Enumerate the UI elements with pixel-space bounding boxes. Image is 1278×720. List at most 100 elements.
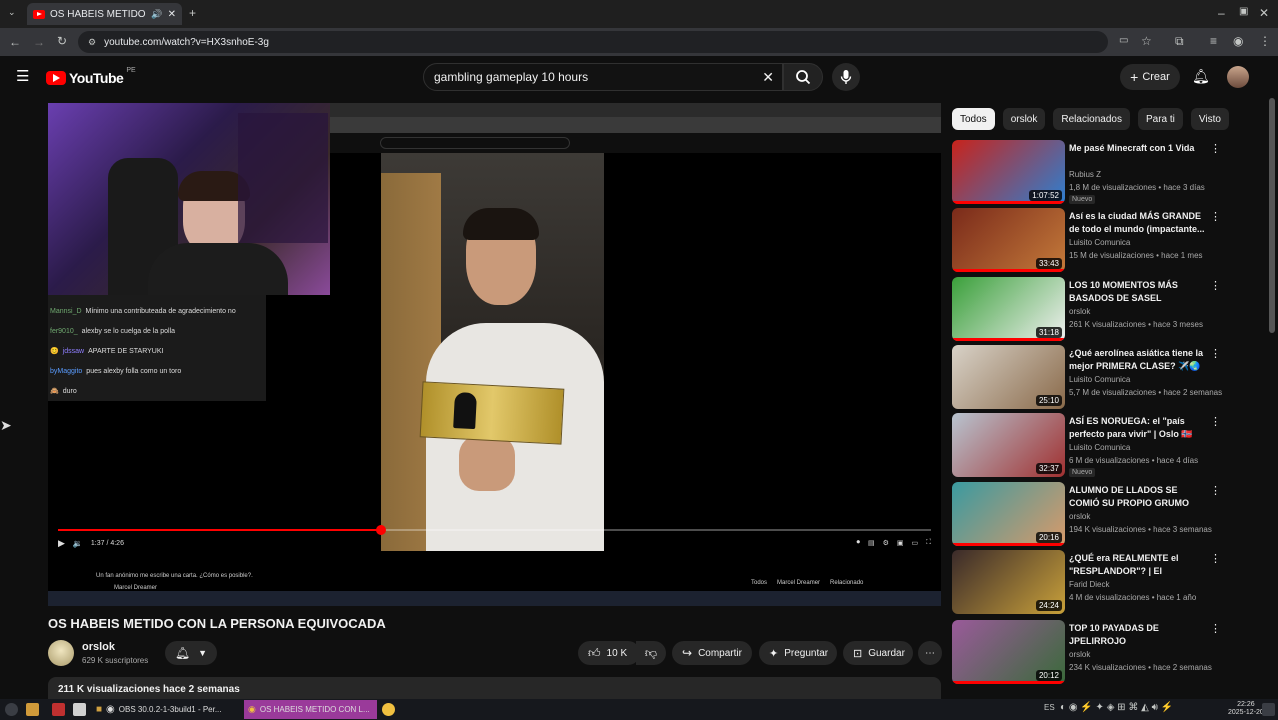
recommendation-title[interactable]: ¿Qué aerolínea asiática tiene la mejor P… bbox=[1069, 347, 1209, 373]
video-player[interactable]: Mannsi_D Mínimo una contributeada de agra… bbox=[48, 103, 941, 606]
user-avatar[interactable] bbox=[1227, 66, 1249, 88]
like-button[interactable]: 👍︎ 10 K bbox=[578, 641, 640, 665]
more-options-icon[interactable]: ⋮ bbox=[1210, 210, 1221, 223]
recommendation-thumbnail[interactable]: 24:24 bbox=[952, 550, 1065, 614]
cast-icon[interactable]: ▭ bbox=[1119, 36, 1128, 46]
chip-orslok[interactable]: orslok bbox=[1002, 108, 1046, 130]
channel-avatar[interactable] bbox=[48, 640, 74, 666]
taskbar-obs[interactable]: ■ ◉ OBS 30.0.2-1-3build1 - Per... bbox=[92, 700, 242, 719]
recommendation-thumbnail[interactable]: 31:18 bbox=[952, 277, 1065, 341]
more-options-icon[interactable]: ⋮ bbox=[1210, 484, 1221, 497]
progress-scrubber[interactable] bbox=[376, 525, 386, 535]
address-bar[interactable]: ⚙ youtube.com/watch?v=HX3snhoE-3g bbox=[78, 31, 1108, 53]
recommendation-item[interactable]: 31:18 LOS 10 MOMENTOS MÁS BASADOS DE SASE… bbox=[952, 277, 1222, 341]
bookmark-star-icon[interactable]: ☆ bbox=[1141, 35, 1152, 47]
page-scrollbar[interactable] bbox=[1269, 98, 1275, 333]
forward-icon[interactable]: → bbox=[33, 36, 45, 48]
recommendation-channel[interactable]: orslok bbox=[1069, 650, 1090, 659]
progress-bar[interactable] bbox=[58, 525, 931, 535]
more-actions-button[interactable]: ⋯ bbox=[918, 641, 942, 665]
maximize-icon[interactable]: ▣ bbox=[1239, 7, 1248, 17]
recommendation-channel[interactable]: Luisito Comunica bbox=[1069, 375, 1130, 384]
hamburger-menu-icon[interactable]: ☰ bbox=[16, 69, 29, 84]
more-options-icon[interactable]: ⋮ bbox=[1210, 415, 1221, 428]
more-options-icon[interactable]: ⋮ bbox=[1210, 552, 1221, 565]
language-indicator[interactable]: ES bbox=[1044, 704, 1055, 712]
recommendation-thumbnail[interactable]: 1:07:52 bbox=[952, 140, 1065, 204]
tab-search-icon[interactable]: ⌄ bbox=[8, 8, 16, 17]
youtube-logo[interactable]: YouTube PE bbox=[46, 67, 136, 86]
notifications-bell-icon[interactable]: 🔔︎ bbox=[1192, 69, 1210, 83]
recommendation-item[interactable]: 20:16 ALUMNO DE LLADOS SE COMIÓ SU PROPIO… bbox=[952, 482, 1222, 546]
more-options-icon[interactable]: ⋮ bbox=[1210, 622, 1221, 635]
system-clock[interactable]: 22:26 2025-12-20 bbox=[1228, 701, 1264, 717]
recommendation-title[interactable]: ¿QUÉ era REALMENTE el "RESPLANDOR"? | El… bbox=[1069, 552, 1209, 578]
more-options-icon[interactable]: ⋮ bbox=[1210, 347, 1221, 360]
recommendation-item[interactable]: 32:37 ASÍ ES NORUEGA: el "país perfecto p… bbox=[952, 413, 1222, 477]
search-button[interactable] bbox=[783, 63, 823, 91]
recommendation-thumbnail[interactable]: 32:37 bbox=[952, 413, 1065, 477]
files-icon[interactable] bbox=[26, 703, 39, 716]
taskbar-chrome[interactable]: ◉ OS HABEIS METIDO CON L... bbox=[244, 700, 377, 719]
extensions-icon[interactable]: ⧉ bbox=[1175, 35, 1184, 47]
recommendation-item[interactable]: 1:07:52 Me pasé Minecraft con 1 Vida Rubiu… bbox=[952, 140, 1222, 204]
profile-icon[interactable]: ◉ bbox=[1233, 35, 1243, 47]
ask-button[interactable]: ✦ Preguntar bbox=[759, 641, 837, 665]
share-button[interactable]: ↪ Compartir bbox=[672, 641, 752, 665]
chrome-menu-icon[interactable]: ⋮ bbox=[1259, 35, 1271, 47]
recommendation-channel[interactable]: Luisito Comunica bbox=[1069, 443, 1130, 452]
recommendation-channel[interactable]: Luisito Comunica bbox=[1069, 238, 1130, 247]
back-icon[interactable]: ← bbox=[9, 36, 21, 48]
app-icon[interactable] bbox=[73, 703, 86, 716]
recommendation-title[interactable]: Así es la ciudad MÁS GRANDE de todo el m… bbox=[1069, 210, 1209, 236]
more-options-icon[interactable]: ⋮ bbox=[1210, 279, 1221, 292]
chip-para-ti[interactable]: Para ti bbox=[1137, 108, 1183, 130]
recommendation-channel[interactable]: Farid Dieck bbox=[1069, 580, 1109, 589]
recommendation-item[interactable]: 24:24 ¿QUÉ era REALMENTE el "RESPLANDOR"?… bbox=[952, 550, 1222, 614]
site-info-icon[interactable]: ⚙ bbox=[88, 37, 96, 48]
recommendation-item[interactable]: 25:10 ¿Qué aerolínea asiática tiene la me… bbox=[952, 345, 1222, 409]
chip-visto[interactable]: Visto bbox=[1190, 108, 1229, 130]
reload-icon[interactable]: ↻ bbox=[57, 35, 67, 47]
volume-icon[interactable]: 🔉 bbox=[73, 539, 83, 548]
create-button[interactable]: + Crear bbox=[1120, 64, 1180, 90]
save-button[interactable]: ⊡ Guardar bbox=[843, 641, 913, 665]
minimize-icon[interactable]: – bbox=[1218, 7, 1225, 19]
tab-close-icon[interactable]: ✕ bbox=[168, 9, 176, 20]
more-options-icon[interactable]: ⋮ bbox=[1210, 142, 1221, 155]
recommendation-title[interactable]: TOP 10 PAYADAS DE JPELIRROJO bbox=[1069, 622, 1209, 648]
settings-icon[interactable]: ⚙ bbox=[883, 539, 889, 547]
speaker-icon[interactable]: 🔊 bbox=[151, 9, 162, 20]
recommendation-title[interactable]: ASÍ ES NORUEGA: el "país perfecto para v… bbox=[1069, 415, 1209, 441]
dislike-button[interactable]: 👎︎ bbox=[636, 641, 666, 665]
recommendation-thumbnail[interactable]: 25:10 bbox=[952, 345, 1065, 409]
new-tab-icon[interactable]: + bbox=[189, 7, 196, 19]
theater-mode-icon[interactable]: ▭ bbox=[911, 539, 918, 547]
recommendation-thumbnail[interactable]: 33:43 bbox=[952, 208, 1065, 272]
play-icon[interactable]: ▶ bbox=[58, 538, 65, 549]
chip-relacionados[interactable]: Relacionados bbox=[1053, 108, 1130, 130]
show-desktop-icon[interactable] bbox=[1262, 703, 1275, 716]
autoplay-toggle-icon[interactable]: ⏺ bbox=[856, 539, 860, 547]
recommendation-channel[interactable]: orslok bbox=[1069, 512, 1090, 521]
recommendation-item[interactable]: 20:12 TOP 10 PAYADAS DE JPELIRROJO orslok 2… bbox=[952, 620, 1222, 684]
recommendation-title[interactable]: Me pasé Minecraft con 1 Vida bbox=[1069, 142, 1209, 155]
recommendation-title[interactable]: LOS 10 MOMENTOS MÁS BASADOS DE SASEL bbox=[1069, 279, 1209, 305]
subtitles-icon[interactable]: ▤ bbox=[868, 539, 875, 547]
recommendation-item[interactable]: 33:43 Así es la ciudad MÁS GRANDE de todo… bbox=[952, 208, 1222, 272]
clear-search-icon[interactable]: ✕ bbox=[762, 69, 774, 86]
channel-name[interactable]: orslok bbox=[82, 641, 115, 653]
media-icon[interactable]: ≡ bbox=[1210, 35, 1217, 47]
voice-search-button[interactable] bbox=[832, 63, 860, 91]
start-menu-icon[interactable] bbox=[5, 703, 18, 716]
recommendation-channel[interactable]: orslok bbox=[1069, 307, 1090, 316]
search-input[interactable]: gambling gameplay 10 hours ✕ bbox=[423, 63, 783, 91]
recommendation-thumbnail[interactable]: 20:16 bbox=[952, 482, 1065, 546]
chrome-icon[interactable] bbox=[382, 703, 395, 716]
subscription-bell-button[interactable]: 🔔︎ ▼ bbox=[165, 641, 217, 665]
window-close-icon[interactable]: ✕ bbox=[1259, 7, 1269, 19]
miniplayer-icon[interactable]: ▣ bbox=[897, 539, 904, 547]
browser-tab-active[interactable]: OS HABEIS METIDO CO 🔊 ✕ bbox=[27, 3, 182, 25]
app-icon[interactable] bbox=[52, 703, 65, 716]
chip-todos[interactable]: Todos bbox=[952, 108, 995, 130]
